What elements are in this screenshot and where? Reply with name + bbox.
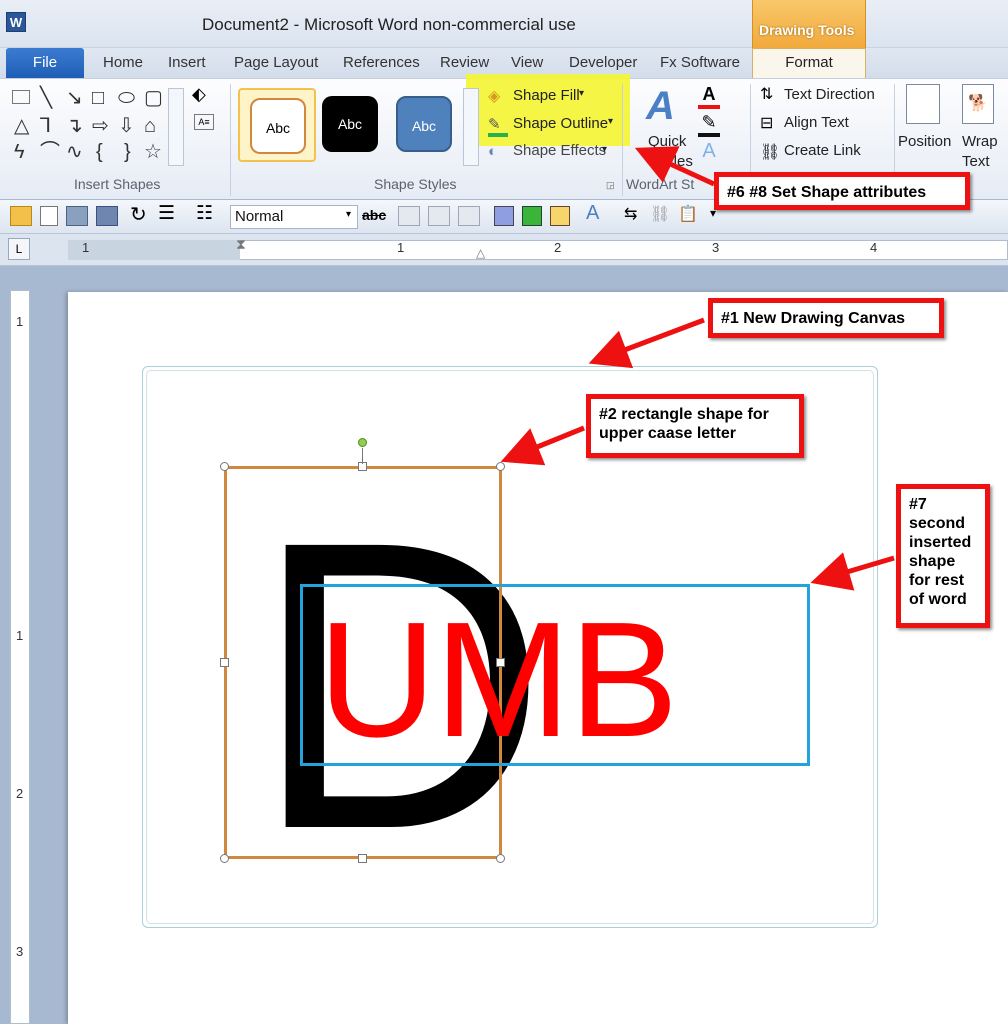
arrow-to-shape-attributes [634, 146, 716, 187]
callout-upper-rect: #2 rectangle shape for upper caase lette… [586, 394, 804, 458]
arrow-to-canvas [588, 317, 705, 369]
callout-upper-rect-line2: upper caase letter [599, 425, 736, 442]
callout-line: inserted [909, 534, 972, 551]
arrow-to-second-shape [810, 552, 895, 591]
arrow-to-upper-rect [500, 425, 585, 466]
callout-line: shape [909, 553, 956, 570]
callout-new-canvas: #1 New Drawing Canvas [708, 298, 944, 338]
annotation-arrows [500, 146, 895, 591]
callout-line: of word [909, 591, 967, 608]
callout-line: for rest [909, 572, 965, 589]
callout-upper-rect-line1: #2 rectangle shape for [599, 406, 769, 423]
callout-second-shape: #7 second inserted shape for rest of wor… [896, 484, 990, 628]
callout-line: #7 [909, 496, 927, 513]
callout-line: second [909, 515, 966, 532]
callout-shape-attributes: #6 #8 Set Shape attributes [714, 172, 970, 210]
